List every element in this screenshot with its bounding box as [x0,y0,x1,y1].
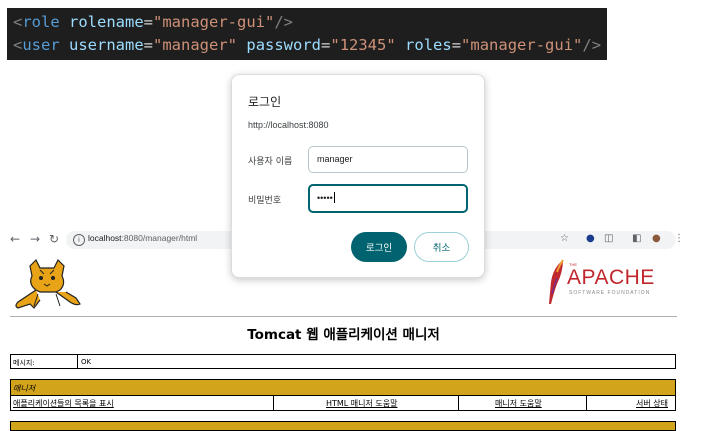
forward-arrow-icon[interactable]: → [28,232,42,246]
code-token: = [143,36,154,54]
code-token: roles [405,36,452,54]
extension-icon[interactable]: ● [586,233,595,244]
username-field[interactable]: manager [308,146,468,173]
login-button[interactable]: 로그인 [351,232,407,262]
apache-logo: THE APACHE SOFTWARE FOUNDATION [545,258,665,306]
login-dialog: 로그인 http://localhost:8080 사용자 이름 manager… [231,74,485,278]
page-title: Tomcat 웹 애플리케이션 매니저 [247,327,440,343]
dialog-title: 로그인 [248,95,282,109]
username-label: 사용자 이름 [248,157,293,167]
password-value: ••••• [317,193,333,203]
reload-icon[interactable]: ↻ [47,232,61,246]
code-token: user [22,36,60,54]
cell-divider [586,396,587,410]
code-token: < [13,36,23,54]
code-token: username [69,36,144,54]
code-token: /> [274,13,294,31]
message-row: 메시지: OK [10,354,676,369]
cell-divider [77,355,78,368]
code-token: "12345" [330,36,396,54]
code-snippet: <role rolename="manager-gui"/> <user use… [7,8,607,60]
code-token: password [246,36,322,54]
password-label: 비밀번호 [248,196,282,206]
manager-help-link[interactable]: 매니저 도움말 [495,398,542,409]
url-path: :8080/manager/html [121,233,198,243]
apache-subtitle: SOFTWARE FOUNDATION [569,290,651,296]
url-host: localhost [88,233,122,243]
message-label: 메시지: [13,359,35,367]
profile-avatar[interactable]: ● [652,233,661,244]
divider [10,316,677,317]
message-value: OK [81,358,92,366]
back-arrow-icon[interactable]: ← [8,232,22,246]
section-header-manager: 매니저 [10,379,676,396]
list-applications-link[interactable]: 애플리케이션들의 목록을 표시 [13,398,114,409]
side-panel-icon[interactable]: ◧ [632,233,641,244]
code-token: = [451,36,462,54]
bookmark-star-icon[interactable]: ☆ [560,233,569,244]
apache-wordmark: APACHE [567,266,655,289]
code-token: role [22,13,60,31]
url-text[interactable]: localhost:8080/manager/html [88,233,197,243]
code-token: "manager-gui" [461,36,583,54]
section-title: 매니저 [13,384,36,393]
html-manager-help-link[interactable]: HTML 매니저 도움말 [326,398,398,409]
feather-icon [549,259,564,304]
site-info-icon[interactable]: i [73,234,85,246]
code-token: /> [582,36,602,54]
cell-divider [458,396,459,410]
code-token: "manager" [153,36,238,54]
cancel-button[interactable]: 취소 [414,232,469,262]
text-caret [333,192,335,203]
password-field[interactable]: ••••• [308,184,468,213]
code-token: < [13,13,23,31]
code-token: = [143,13,154,31]
puzzle-icon[interactable]: ◫ [604,233,613,244]
tomcat-logo-icon [15,258,81,309]
section-header-next [10,421,676,431]
code-token: "manager-gui" [153,13,275,31]
code-token: = [321,36,331,54]
menu-kebab-icon[interactable]: ⋮ [674,233,684,244]
server-status-link[interactable]: 서버 상태 [636,398,668,409]
username-value: manager [317,154,353,164]
dialog-origin: http://localhost:8080 [248,120,329,130]
manager-links-row: 애플리케이션들의 목록을 표시 HTML 매니저 도움말 매니저 도움말 서버 … [10,396,676,411]
code-token: rolename [69,13,144,31]
cell-divider [273,396,274,410]
